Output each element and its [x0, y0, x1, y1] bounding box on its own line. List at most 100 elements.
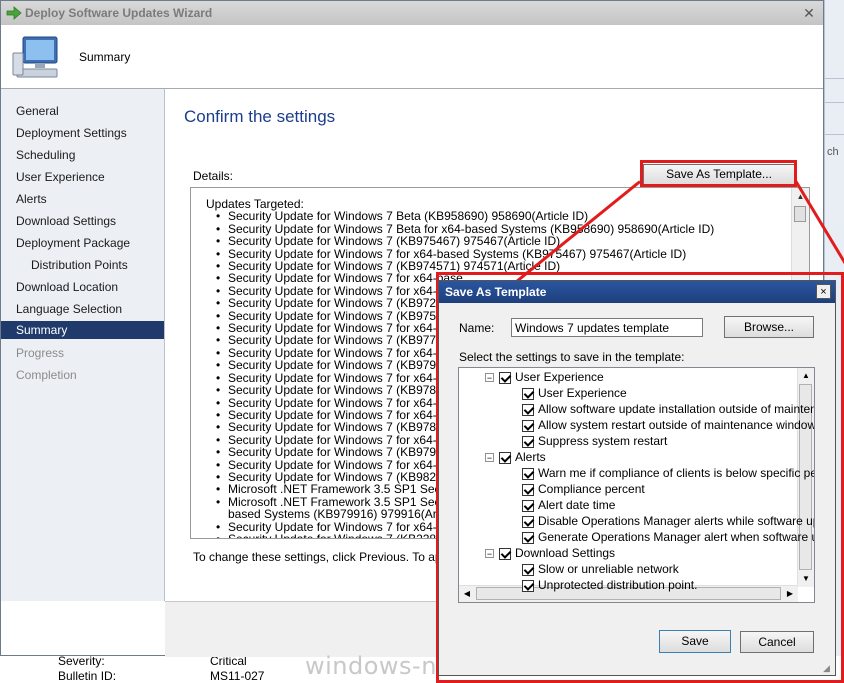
- dialog-titlebar: Save As Template ×: [439, 281, 835, 303]
- tree-item[interactable]: Generate Operations Manager alert when s…: [522, 530, 815, 546]
- bullet-icon: •: [216, 234, 221, 249]
- save-as-template-dialog: Save As Template × Name: Browse... Selec…: [438, 280, 836, 676]
- bullet-icon: •: [216, 494, 221, 509]
- scroll-down-icon[interactable]: ▼: [798, 571, 814, 587]
- cancel-button[interactable]: Cancel: [740, 631, 814, 653]
- checkbox[interactable]: [522, 387, 534, 400]
- footer-note: To change these settings, click Previous…: [193, 550, 464, 564]
- tree-item[interactable]: Allow software update installation outsi…: [522, 402, 815, 418]
- checkbox[interactable]: [522, 499, 534, 512]
- dialog-close-button[interactable]: ×: [816, 284, 831, 299]
- scroll-right-icon[interactable]: ▶: [782, 586, 798, 602]
- computer-icon: [12, 36, 58, 78]
- wizard-header: Summary: [1, 25, 823, 89]
- nav-item-summary[interactable]: Summary: [1, 321, 164, 339]
- tree-item[interactable]: Alert date time: [522, 498, 615, 514]
- template-name-input[interactable]: [511, 318, 703, 337]
- nav-item-download-location[interactable]: Download Location: [1, 278, 164, 296]
- collapse-icon[interactable]: −: [485, 549, 494, 559]
- wizard-header-title: Summary: [79, 50, 131, 64]
- save-as-template-button[interactable]: Save As Template...: [643, 164, 795, 185]
- resize-grip-icon[interactable]: ◢: [823, 663, 833, 673]
- nav-item-alerts[interactable]: Alerts: [1, 190, 164, 208]
- tree-label: Generate Operations Manager alert when s…: [538, 530, 815, 544]
- checkbox[interactable]: [522, 515, 534, 528]
- nav-item-progress: Progress: [16, 346, 65, 360]
- checkbox[interactable]: [522, 483, 534, 496]
- wizard-title: Deploy Software Updates Wizard: [25, 6, 213, 20]
- browse-button[interactable]: Browse...: [724, 316, 814, 338]
- tree-item[interactable]: Disable Operations Manager alerts while …: [522, 514, 815, 530]
- scroll-thumb[interactable]: [794, 206, 806, 222]
- collapse-icon[interactable]: −: [485, 453, 494, 463]
- nav-item-scheduling[interactable]: Scheduling: [1, 146, 164, 164]
- tree-item[interactable]: Allow system restart outside of maintena…: [522, 418, 814, 434]
- bullet-icon: •: [216, 445, 221, 460]
- green-arrow-icon: [6, 6, 22, 20]
- nav-item-general[interactable]: General: [1, 102, 164, 120]
- bulletin-label: Bulletin ID:: [58, 669, 117, 683]
- checkbox[interactable]: [522, 419, 534, 432]
- checkbox[interactable]: [522, 435, 534, 448]
- nav-item-download-settings[interactable]: Download Settings: [1, 212, 164, 230]
- scroll-up-icon[interactable]: ▲: [798, 368, 814, 384]
- checkbox[interactable]: [522, 467, 534, 480]
- checkbox[interactable]: [499, 547, 511, 560]
- wizard-close-button[interactable]: ✕: [801, 5, 817, 21]
- collapse-icon[interactable]: −: [485, 373, 494, 383]
- scroll-up-icon[interactable]: ▲: [792, 188, 809, 205]
- checkbox[interactable]: [499, 451, 511, 464]
- tree-label: Compliance percent: [538, 482, 645, 496]
- nav-item-language-selection[interactable]: Language Selection: [1, 300, 164, 318]
- bullet-icon: •: [216, 271, 221, 286]
- select-settings-label: Select the settings to save in the templ…: [459, 350, 685, 364]
- bullet-icon: •: [216, 296, 221, 311]
- bullet-icon: •: [216, 358, 221, 373]
- wizard-nav: General Deployment Settings Scheduling U…: [1, 89, 165, 601]
- settings-tree[interactable]: ▲ ▼ ◀ ▶ − User Experience User Experience A…: [458, 367, 815, 603]
- severity-label: Severity:: [58, 654, 105, 668]
- tree-label: Alert date time: [538, 498, 616, 512]
- tree-item[interactable]: Unprotected distribution point.: [522, 578, 697, 594]
- tree-label: User Experience: [538, 386, 627, 400]
- tree-item[interactable]: Slow or unreliable network: [522, 562, 679, 578]
- name-label: Name:: [459, 321, 495, 335]
- bullet-icon: •: [216, 420, 221, 435]
- nav-item-deployment-settings[interactable]: Deployment Settings: [1, 124, 164, 142]
- tree-label: Disable Operations Manager alerts while …: [538, 514, 815, 528]
- bulletin-value: MS11-027: [210, 669, 265, 683]
- bullet-icon: •: [216, 383, 221, 398]
- checkbox[interactable]: [522, 579, 534, 592]
- checkbox[interactable]: [522, 531, 534, 544]
- bullet-icon: •: [216, 209, 221, 224]
- tree-label: Alerts: [515, 450, 546, 464]
- update-text: Security Update for Windows 7 (KB228619: [228, 531, 457, 539]
- bullet-icon: •: [216, 482, 221, 497]
- tree-item[interactable]: User Experience: [522, 386, 627, 402]
- tree-group[interactable]: − Download Settings: [485, 546, 615, 562]
- tree-item[interactable]: Suppress system restart: [522, 434, 667, 450]
- scroll-left-icon[interactable]: ◀: [459, 586, 475, 602]
- checkbox[interactable]: [522, 563, 534, 576]
- checkbox[interactable]: [522, 403, 534, 416]
- details-label: Details:: [193, 169, 234, 183]
- tree-label: User Experience: [515, 370, 604, 384]
- nav-item-user-experience[interactable]: User Experience: [1, 168, 164, 186]
- nav-item-deployment-package[interactable]: Deployment Package: [1, 234, 164, 252]
- tree-label: Unprotected distribution point.: [538, 578, 698, 592]
- tree-group[interactable]: − User Experience: [485, 370, 604, 386]
- tree-item[interactable]: Warn me if compliance of clients is belo…: [522, 466, 814, 482]
- tree-group[interactable]: − Alerts: [485, 450, 546, 466]
- dialog-title: Save As Template: [445, 285, 547, 299]
- wizard-titlebar: Deploy Software Updates Wizard ✕: [1, 1, 823, 26]
- nav-item-distribution-points[interactable]: Distribution Points: [1, 256, 164, 274]
- bullet-icon: •: [216, 531, 221, 539]
- checkbox[interactable]: [499, 371, 511, 384]
- tree-label: Suppress system restart: [538, 434, 668, 448]
- background-partial-text: ch: [827, 146, 839, 158]
- tree-label: Download Settings: [515, 546, 616, 560]
- tree-item[interactable]: Compliance percent: [522, 482, 645, 498]
- tree-label: Allow software update installation outsi…: [538, 402, 815, 416]
- bullet-icon: •: [216, 333, 221, 348]
- save-button[interactable]: Save: [659, 630, 731, 653]
